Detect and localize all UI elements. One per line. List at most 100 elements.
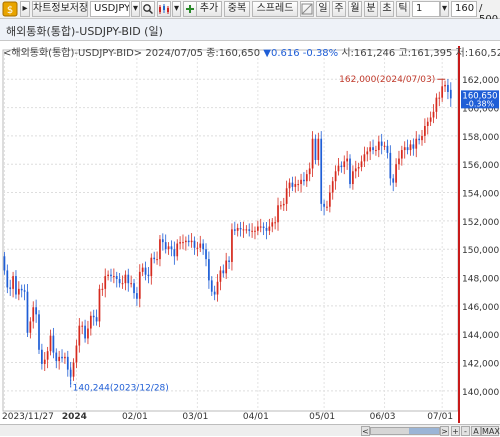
candle-body [254, 230, 256, 232]
candle-body [153, 257, 156, 260]
scroll-right-button[interactable]: > [440, 426, 449, 436]
candle-body [113, 276, 115, 278]
candle-body [52, 335, 55, 353]
candle-body [23, 290, 26, 292]
max-button[interactable]: MAX [481, 426, 500, 436]
candle-body [418, 138, 420, 141]
count-input[interactable]: 160 [451, 1, 477, 17]
candle-body [127, 274, 130, 284]
interval-dropdown-button[interactable]: ▾ [440, 1, 449, 17]
chart-info-line: <해외통화(통합)-USDJPY-BID> 2024/07/05 종:160,6… [3, 44, 500, 59]
zoom-in-button[interactable]: + [451, 426, 460, 436]
candle-body [101, 288, 104, 290]
add-icon[interactable] [183, 1, 197, 17]
period-week-button[interactable]: 주 [332, 1, 346, 17]
candle-body [84, 325, 86, 339]
candle-body [95, 317, 98, 322]
chart-type-dropdown-button[interactable]: ▾ [172, 1, 181, 17]
date-tick-label: 07/01 [427, 412, 453, 422]
candle-body [46, 351, 49, 360]
candle-body [233, 229, 236, 231]
date-tick-label: 03/01 [182, 412, 208, 422]
candle-body [389, 152, 392, 179]
chart-area[interactable]: 162,000(2024/07/03) 140,244(2023/12/28) 1… [0, 41, 500, 436]
candle-body [35, 307, 37, 315]
chart-type-icon[interactable] [157, 1, 171, 17]
candle-body [222, 270, 225, 274]
period-day-button[interactable]: 일 [316, 1, 330, 17]
expand-toggle-button[interactable]: ▸ [20, 1, 30, 17]
candle-body [383, 145, 386, 147]
add-button[interactable]: 추가 [196, 1, 222, 17]
candle-body [303, 179, 305, 182]
currency-exchange-icon[interactable]: $ [2, 1, 18, 17]
candle-body [219, 270, 222, 282]
info-suffix: 시:161,246 고:161,395 저:160,526 [341, 48, 500, 59]
candle-body [400, 150, 403, 159]
period-second-button[interactable]: 초 [380, 1, 394, 17]
search-icon[interactable] [141, 1, 155, 17]
date-tick-label: 04/01 [243, 412, 269, 422]
candlestick-chart[interactable]: 162,000(2024/07/03) 140,244(2023/12/28) 1… [0, 41, 500, 436]
candle-body [147, 274, 150, 277]
candle-body [81, 325, 84, 327]
panel-title: 해외통화(통합)-USDJPY-BID (일) [6, 25, 163, 38]
candle-body [29, 321, 32, 333]
symbol-dropdown-button[interactable]: ▾ [131, 1, 140, 17]
price-tick-label: 158,000 [462, 133, 499, 143]
candle-body [328, 192, 331, 207]
period-month-button[interactable]: 월 [348, 1, 362, 17]
candle-body [262, 226, 265, 228]
save-chart-info-button[interactable]: 차트정보저장 [32, 1, 88, 17]
period-minute-button[interactable]: 분 [364, 1, 378, 17]
symbol-select[interactable]: USDJPY [90, 1, 130, 17]
scroll-left-button[interactable]: < [361, 426, 370, 436]
candle-body [409, 144, 412, 151]
candle-body [441, 86, 444, 98]
zoom-out-button[interactable]: - [461, 426, 470, 436]
spread-button[interactable]: 스프레드 [252, 1, 298, 17]
period-tick-button[interactable]: 틱 [396, 1, 410, 17]
candle-body [444, 84, 446, 87]
candle-body [205, 249, 207, 260]
candle-body [20, 288, 23, 291]
date-tick-label: 06/03 [370, 412, 396, 422]
candle-body [216, 281, 219, 295]
candle-body [236, 227, 239, 231]
candle-body [372, 147, 374, 151]
auto-scale-button[interactable]: A [471, 426, 481, 436]
overlap-button[interactable]: 중복 [224, 1, 250, 17]
candle-body [435, 97, 438, 112]
candle-body [375, 150, 377, 152]
candle-body [3, 256, 6, 271]
candle-body [308, 168, 311, 175]
candle-body [199, 243, 202, 248]
candle-body [426, 121, 429, 126]
price-tick-label: 152,000 [462, 218, 499, 228]
candle-body [124, 274, 127, 284]
grid-toggle-icon[interactable] [300, 1, 314, 17]
candle-body [380, 141, 383, 146]
chart-scroll-bar[interactable]: < > + - A MAX [0, 424, 500, 436]
candle-body [265, 227, 268, 231]
candle-body [182, 242, 184, 244]
candle-body [176, 243, 179, 257]
candle-body [340, 165, 343, 168]
candle-body [121, 283, 124, 285]
candle-body [320, 138, 323, 204]
candle-body [167, 246, 170, 250]
candle-body [297, 184, 300, 186]
candle-body [150, 257, 153, 277]
candle-body [130, 283, 133, 285]
candle-body [311, 138, 314, 169]
scroll-thumb[interactable] [409, 428, 439, 434]
candle-body [337, 165, 340, 172]
candle-body [294, 184, 297, 187]
candle-body [346, 158, 348, 162]
interval-input[interactable]: 1 [412, 1, 440, 17]
scroll-track[interactable] [370, 427, 440, 435]
candle-body [288, 182, 291, 189]
candle-body [432, 111, 435, 118]
candle-body [9, 287, 12, 289]
plot-border [2, 49, 459, 412]
